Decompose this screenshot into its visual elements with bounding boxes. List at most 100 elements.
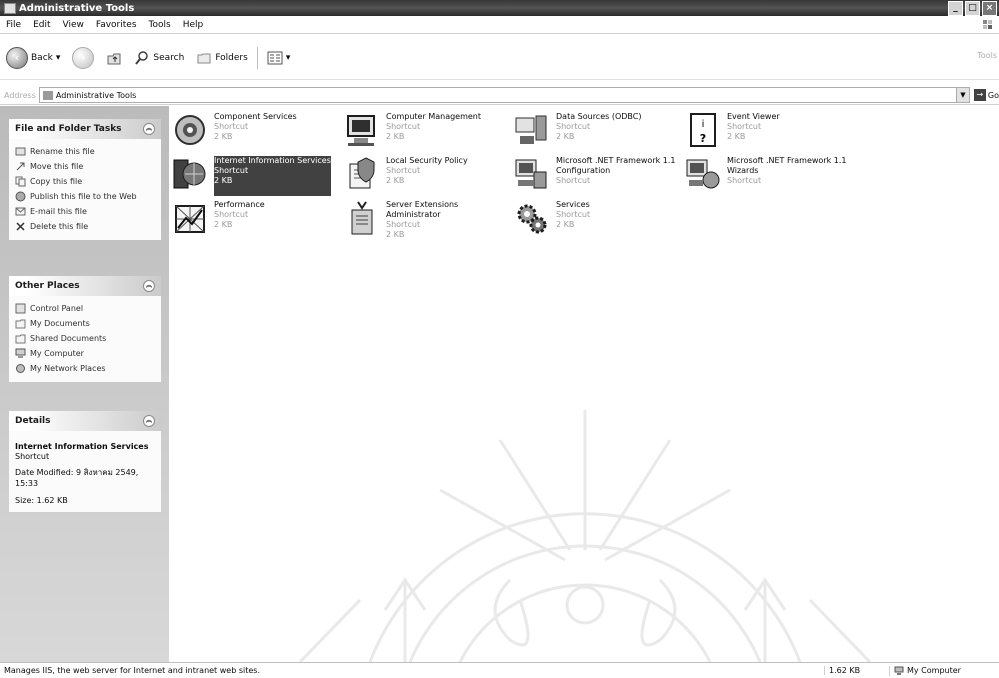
- go-button[interactable]: → Go: [973, 89, 999, 101]
- maximize-button[interactable]: □: [965, 1, 980, 16]
- menu-edit[interactable]: Edit: [27, 20, 56, 30]
- svg-text:i: i: [702, 119, 705, 130]
- folder-up-icon: [107, 53, 121, 65]
- views-button[interactable]: ▾: [261, 50, 297, 66]
- task-publish[interactable]: Publish this file to the Web: [15, 189, 155, 204]
- address-value: Administrative Tools: [55, 90, 137, 100]
- list-item-event-viewer[interactable]: i? Event Viewer Shortcut 2 KB: [685, 112, 853, 152]
- item-type: Shortcut: [386, 166, 421, 175]
- toolbar-overflow-label[interactable]: Tools: [977, 51, 997, 60]
- envelope-icon: [15, 207, 26, 216]
- panel-title: Details: [15, 416, 51, 426]
- details-item-type: Shortcut: [15, 452, 50, 461]
- task-move[interactable]: Move this file: [15, 159, 155, 174]
- back-label: Back: [31, 53, 53, 63]
- list-item-component-services[interactable]: Component Services Shortcut 2 KB: [172, 112, 340, 152]
- status-zone: My Computer: [889, 665, 961, 676]
- item-name: Microsoft .NET Framework 1.1 Wizards: [727, 156, 847, 175]
- item-name: Computer Management: [386, 112, 482, 121]
- place-my-network-places[interactable]: My Network Places: [15, 361, 155, 376]
- list-item-net-framework-configuration[interactable]: Microsoft .NET Framework 1.1 Configurati…: [514, 156, 682, 196]
- file-folder-tasks-header[interactable]: File and Folder Tasks ︽: [9, 119, 161, 139]
- minimize-button[interactable]: _: [948, 1, 963, 16]
- copy-icon: [15, 176, 26, 187]
- item-name: Server Extensions Administrator: [386, 200, 459, 219]
- item-type: Shortcut: [556, 122, 591, 131]
- status-zone-label: My Computer: [907, 666, 961, 675]
- task-pane: File and Folder Tasks ︽ Rename this file…: [0, 106, 169, 662]
- list-item-services[interactable]: Services Shortcut 2 KB: [514, 200, 682, 240]
- collapse-chevron-icon[interactable]: ︽: [143, 415, 155, 427]
- list-item-local-security-policy[interactable]: Local Security Policy Shortcut 2 KB: [344, 156, 512, 196]
- list-item-internet-information-services[interactable]: Internet Information Services Shortcut 2 K…: [172, 156, 340, 196]
- chevron-down-icon: ▾: [285, 53, 291, 63]
- performance-icon: [175, 205, 205, 233]
- item-size: 2 KB: [386, 132, 405, 141]
- place-label: Shared Documents: [30, 334, 107, 343]
- search-icon: [135, 51, 149, 65]
- item-type: Shortcut: [556, 210, 591, 219]
- status-bar: Manages IIS, the web server for Internet…: [0, 662, 999, 678]
- iis-icon: [173, 159, 206, 189]
- list-item-data-sources-odbc[interactable]: Data Sources (ODBC) Shortcut 2 KB: [514, 112, 682, 152]
- item-name: Internet Information Services: [214, 156, 331, 165]
- documents-folder-icon: [15, 319, 26, 329]
- item-name: Local Security Policy: [386, 156, 468, 165]
- item-size: 2 KB: [556, 220, 575, 229]
- back-button[interactable]: ‹ Back ▾: [0, 47, 66, 69]
- place-label: My Documents: [30, 319, 90, 328]
- title-bar[interactable]: Administrative Tools _ □ ×: [0, 0, 999, 16]
- status-description: Manages IIS, the web server for Internet…: [4, 666, 260, 675]
- task-label: Delete this file: [30, 222, 89, 231]
- menu-file[interactable]: File: [0, 20, 27, 30]
- folders-icon: [197, 53, 211, 64]
- file-list-view[interactable]: Component Services Shortcut 2 KB Computer …: [170, 106, 999, 662]
- other-places-header[interactable]: Other Places ︽: [9, 276, 161, 296]
- folders-button[interactable]: Folders: [190, 50, 254, 66]
- item-type: Shortcut: [556, 176, 591, 185]
- place-my-computer[interactable]: My Computer: [15, 346, 155, 361]
- list-item-performance[interactable]: Performance Shortcut 2 KB: [172, 200, 340, 240]
- list-item-computer-management[interactable]: Computer Management Shortcut 2 KB: [344, 112, 512, 152]
- item-name: Component Services: [214, 112, 297, 121]
- folders-label: Folders: [215, 53, 248, 63]
- panel-title: File and Folder Tasks: [15, 124, 122, 134]
- task-delete[interactable]: Delete this file: [15, 219, 155, 234]
- task-rename[interactable]: Rename this file: [15, 144, 155, 159]
- forward-button[interactable]: ›: [66, 47, 100, 69]
- up-button[interactable]: [100, 50, 128, 66]
- server-extensions-icon: [351, 201, 373, 235]
- place-shared-documents[interactable]: Shared Documents: [15, 331, 155, 346]
- menu-view[interactable]: View: [57, 20, 90, 30]
- search-button[interactable]: Search: [128, 50, 190, 66]
- collapse-chevron-icon[interactable]: ︽: [143, 280, 155, 292]
- window-controls: _ □ ×: [948, 1, 997, 16]
- address-dropdown-button[interactable]: ▼: [955, 88, 969, 102]
- list-item-net-framework-wizards[interactable]: Microsoft .NET Framework 1.1 Wizards Shor…: [685, 156, 853, 196]
- place-control-panel[interactable]: Control Panel: [15, 301, 155, 316]
- task-email[interactable]: E-mail this file: [15, 204, 155, 219]
- item-name: Event Viewer: [727, 112, 780, 121]
- task-copy[interactable]: Copy this file: [15, 174, 155, 189]
- details-header[interactable]: Details ︽: [9, 411, 161, 431]
- menu-favorites[interactable]: Favorites: [90, 20, 143, 30]
- task-label: Move this file: [30, 162, 84, 171]
- administrative-tools-icon: [42, 90, 53, 100]
- list-item-server-extensions-administrator[interactable]: Server Extensions Administrator Shortcut 2…: [344, 200, 512, 240]
- collapse-chevron-icon[interactable]: ︽: [143, 123, 155, 135]
- address-label: Address: [4, 90, 36, 100]
- windows-flag-icon: [983, 20, 992, 29]
- close-button[interactable]: ×: [982, 1, 997, 16]
- delete-x-icon: [16, 222, 25, 231]
- menu-help[interactable]: Help: [177, 20, 210, 30]
- item-name: Performance: [214, 200, 265, 209]
- globe-icon: [15, 191, 26, 202]
- place-my-documents[interactable]: My Documents: [15, 316, 155, 331]
- item-size: 2 KB: [386, 176, 405, 185]
- computer-icon: [15, 348, 26, 358]
- toolbar: ‹ Back ▾ › Search Folders ▾ Tools: [0, 37, 999, 80]
- menu-tools[interactable]: Tools: [143, 20, 177, 30]
- computer-icon: [894, 666, 904, 675]
- address-input[interactable]: Administrative Tools ▼: [38, 87, 970, 103]
- rename-icon: [15, 147, 26, 156]
